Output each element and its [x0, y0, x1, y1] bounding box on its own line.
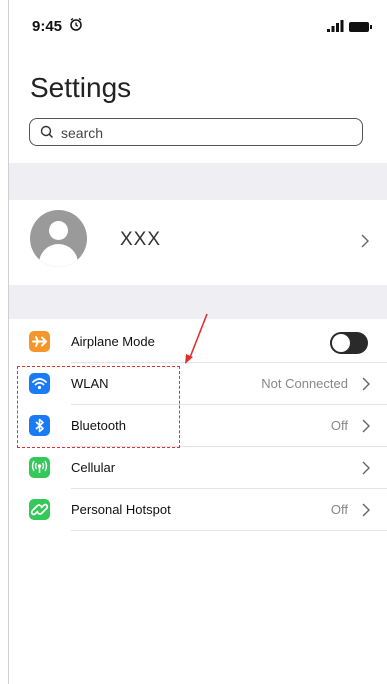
section-divider	[9, 163, 387, 200]
settings-row-cellular[interactable]: Cellular	[9, 447, 387, 489]
avatar	[30, 210, 87, 267]
battery-icon	[349, 22, 372, 32]
chevron-right-icon	[362, 461, 370, 475]
settings-row-personal-hotspot[interactable]: Personal Hotspot Off	[9, 489, 387, 531]
chevron-right-icon	[362, 419, 370, 433]
chevron-right-icon	[362, 377, 370, 391]
cellular-icon	[29, 457, 50, 478]
chevron-right-icon	[362, 503, 370, 517]
settings-row-label: Airplane Mode	[71, 334, 155, 349]
chevron-right-icon	[361, 234, 369, 248]
annotation-arrow-icon	[185, 313, 208, 364]
page-title: Settings	[30, 72, 132, 103]
airplane-icon	[29, 331, 50, 352]
search-icon	[40, 125, 54, 139]
status-time: 9:45	[32, 18, 63, 35]
signal-icon	[327, 20, 344, 32]
status-bar: 9:45	[9, 0, 387, 40]
search-input[interactable]	[61, 123, 351, 142]
search-bar[interactable]	[29, 118, 363, 146]
settings-row-value: Off	[330, 418, 348, 433]
settings-row-value: Off	[330, 502, 348, 517]
settings-row-label: Cellular	[71, 460, 116, 475]
profile-row[interactable]: XXX	[9, 200, 387, 285]
settings-row-label: Personal Hotspot	[71, 502, 171, 517]
phone-screen: 9:45 Settings XXX	[8, 0, 387, 684]
annotation-highlight-box	[17, 366, 180, 448]
settings-row-value: Not Connected	[261, 376, 348, 391]
profile-name: XXX	[120, 229, 162, 250]
airplane-mode-toggle[interactable]	[330, 332, 368, 354]
hotspot-icon	[29, 499, 50, 520]
alarm-icon	[70, 17, 82, 31]
